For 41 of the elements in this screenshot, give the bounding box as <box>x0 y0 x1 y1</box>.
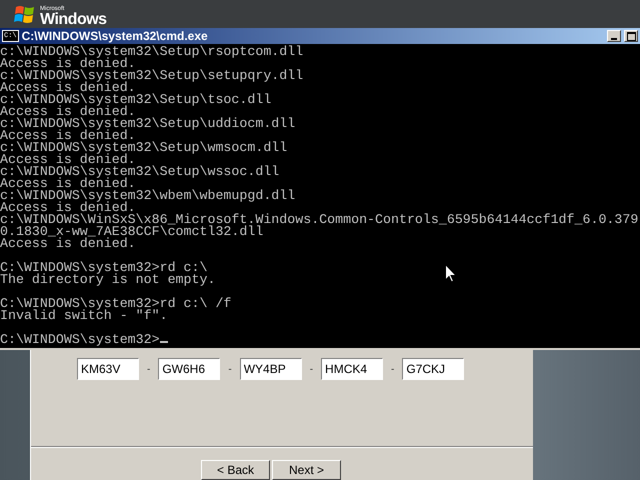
console-line: Access is denied. <box>0 82 136 94</box>
console-line: Access is denied. <box>0 106 136 118</box>
key-separator: - <box>147 362 150 376</box>
console-line: c:\WINDOWS\system32\wbem\wbemupgd.dll <box>0 190 296 202</box>
product-key-field[interactable]: GW6H6 <box>158 358 220 380</box>
text-cursor-icon <box>160 341 168 343</box>
console-line: Access is denied. <box>0 202 136 214</box>
key-separator: - <box>310 362 314 376</box>
console-line: c:\WINDOWS\system32\Setup\setupqry.dll <box>0 70 304 82</box>
product-key-field[interactable]: KM63V <box>77 358 139 380</box>
console-line: c:\WINDOWS\system32\Setup\rsoptcom.dll <box>0 46 304 58</box>
console-line: 0.1830_x-ww_7AE38CCF\comctl32.dll <box>0 226 264 238</box>
back-button[interactable]: < Back <box>201 460 270 480</box>
product-key-field[interactable]: G7CKJ <box>402 358 464 380</box>
console-line: Invalid switch - "f". <box>0 310 168 322</box>
console-line: The directory is not empty. <box>0 274 216 286</box>
logo-text: Windows <box>40 12 107 28</box>
product-key-field[interactable]: WY4BP <box>240 358 302 380</box>
next-button[interactable]: Next > <box>272 460 341 480</box>
console-line: Access is denied. <box>0 130 136 142</box>
mouse-pointer-icon <box>445 264 457 283</box>
console-line: Access is denied. <box>0 154 136 166</box>
maximize-icon <box>626 32 636 40</box>
console-line: Access is denied. <box>0 238 136 250</box>
console-line: Access is denied. <box>0 58 136 70</box>
console-line: c:\WINDOWS\system32\Setup\wssoc.dll <box>0 166 280 178</box>
minimize-button[interactable] <box>607 30 621 42</box>
flag-logo-icon <box>14 4 36 26</box>
maximize-button[interactable] <box>624 30 638 42</box>
console-line: c:\WINDOWS\system32\Setup\uddiocm.dll <box>0 118 296 130</box>
window-title: C:\WINDOWS\system32\cmd.exe <box>22 28 209 44</box>
command-prompt: C:\WINDOWS\system32> <box>0 332 160 347</box>
console-line: c:\WINDOWS\system32\Setup\wmsocm.dll <box>0 142 288 154</box>
product-key-field[interactable]: HMCK4 <box>321 358 384 380</box>
console-line: c:\WINDOWS\system32\Setup\tsoc.dll <box>0 94 272 106</box>
console-line: C:\WINDOWS\system32>rd c:\ <box>0 262 208 274</box>
key-separator: - <box>228 362 232 376</box>
console-line: c:\WINDOWS\WinSxS\x86_Microsoft.Windows.Common-Controls_6595b64144ccf1df_6.0.379 <box>0 214 638 226</box>
console-line: Access is denied. <box>0 178 136 190</box>
key-separator: - <box>391 362 394 376</box>
console-line: C:\WINDOWS\system32>rd c:\ /f <box>0 298 232 310</box>
